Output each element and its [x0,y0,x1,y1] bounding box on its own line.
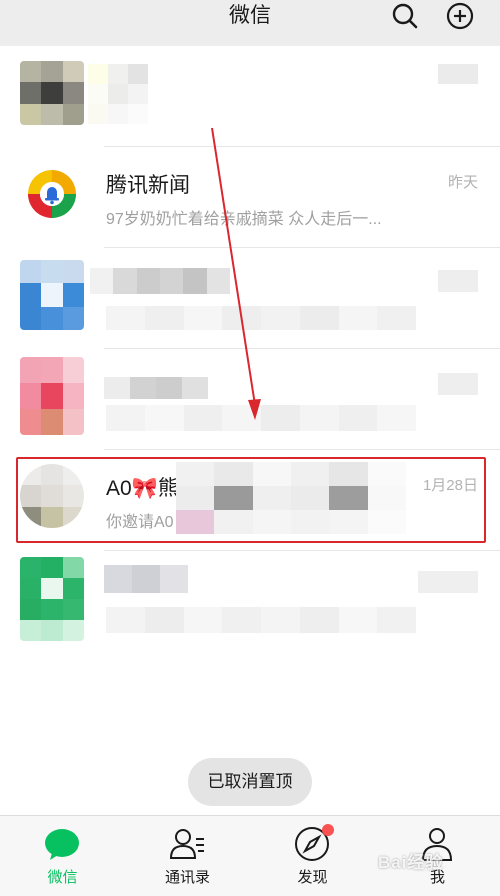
chat-time: 昨天 [447,174,478,191]
blurred-name [88,64,148,124]
tab-chats[interactable]: 微信 [0,816,125,896]
contacts-icon [167,824,207,864]
chat-list: 腾讯新闻 97岁奶奶忙着给亲戚摘菜 众人走后一... 昨天 A0🎀熊 你邀请A0… [0,46,500,652]
chat-row-tencent-news[interactable]: 腾讯新闻 97岁奶奶忙着给亲戚摘菜 众人走后一... 昨天 [0,147,500,248]
avatar [20,357,84,435]
tab-label: 通讯录 [164,869,210,886]
chat-time: 1月28日 [422,477,478,494]
chat-name: A0🎀熊 [106,477,179,500]
blurred-time [438,64,478,84]
blurred-time [438,270,478,292]
page-title: 微信 [229,4,271,27]
avatar [20,464,84,528]
chat-name: 腾讯新闻 [106,174,190,197]
plus-circle-icon[interactable] [446,2,474,30]
tab-label: 发现 [297,869,328,886]
avatar [20,260,84,330]
toast-message: 已取消置顶 [188,758,312,806]
chat-row[interactable] [0,551,500,652]
watermark: Bai经验 [378,853,444,872]
avatar [20,162,84,226]
chat-row[interactable] [0,248,500,349]
top-bar: 微信 [0,0,500,46]
chat-row-a0[interactable]: A0🎀熊 你邀请A0 1月28日 [0,450,500,551]
blurred-name [104,565,188,593]
tab-discover[interactable]: 发现 [250,816,375,896]
chat-preview: 97岁奶奶忙着给亲戚摘菜 众人走后一... [106,211,382,228]
notification-dot [322,824,334,836]
avatar [20,61,84,125]
chat-row[interactable] [0,349,500,450]
chat-bubble-icon [42,824,82,864]
blurred-name [104,377,208,399]
blurred-time [438,373,478,395]
blurred-time [418,571,478,593]
blurred-overlay [176,462,406,534]
tab-contacts[interactable]: 通讯录 [125,816,250,896]
chat-row[interactable] [0,46,500,147]
blurred-preview [106,607,416,633]
blurred-preview [106,306,416,330]
search-icon[interactable] [391,2,419,30]
avatar [20,557,84,641]
blurred-name [90,268,230,294]
tab-label: 微信 [47,869,78,886]
blurred-preview [106,405,416,431]
tencent-news-logo-icon [28,170,76,218]
